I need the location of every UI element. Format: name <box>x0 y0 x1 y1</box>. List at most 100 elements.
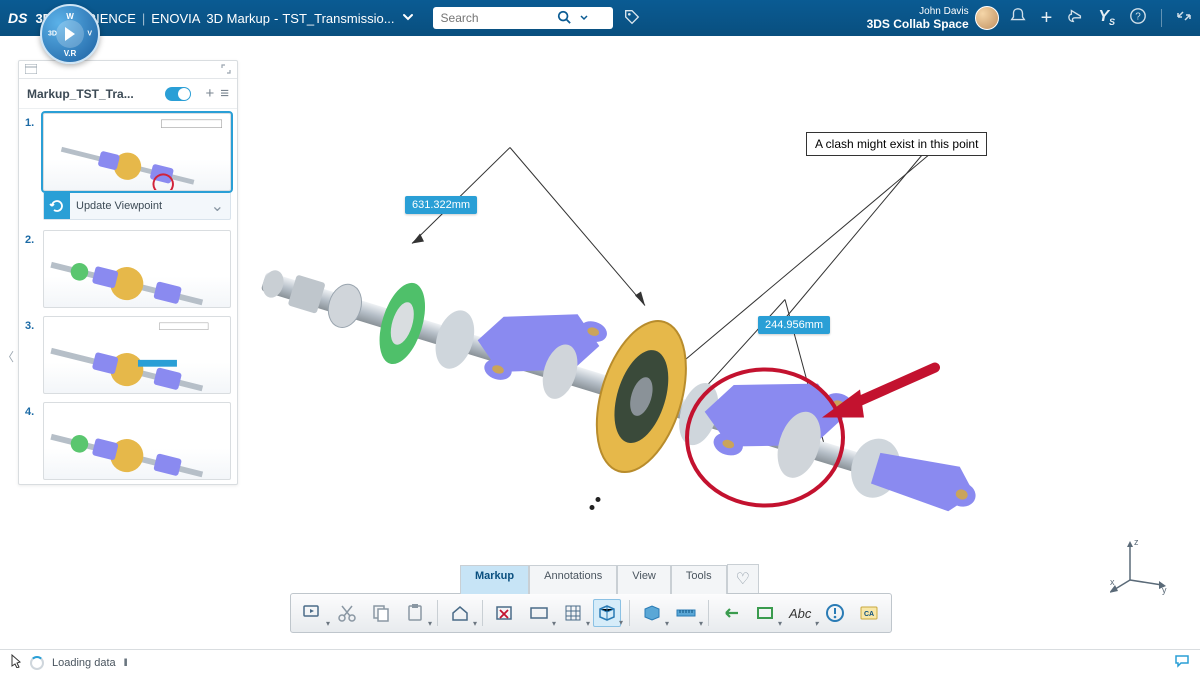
panel-layout-icon[interactable] <box>25 61 37 79</box>
separator: | <box>142 11 145 26</box>
play-icon <box>65 27 75 41</box>
add-slide-button[interactable]: + <box>205 85 214 102</box>
measure-button[interactable]: ▾ <box>672 599 700 627</box>
toolbar-tabs: Markup Annotations View Tools ♡ <box>460 564 892 593</box>
command-toolbar: ▾ ▾ ▾ ▾ ▾ ▾ ▾ ▾ ▾ Abc▾ CA <box>290 593 892 633</box>
grid-tool-button[interactable]: ▾ <box>559 599 587 627</box>
cut-button[interactable] <box>333 599 361 627</box>
slide-thumbnail[interactable] <box>43 402 231 480</box>
bottom-toolbar-stack: Markup Annotations View Tools ♡ ▾ ▾ ▾ ▾ … <box>290 564 892 633</box>
user-info[interactable]: John Davis 3DS Collab Space <box>867 6 969 30</box>
axis-triad[interactable]: z y x <box>1110 535 1170 595</box>
slide-thumbnail[interactable] <box>43 113 231 191</box>
svg-text:?: ? <box>1135 11 1141 22</box>
apps-icon[interactable]: YS <box>1098 8 1115 27</box>
3d-viewport[interactable]: A clash might exist in this point 631.32… <box>240 36 1200 639</box>
collab-space: 3DS Collab Space <box>867 18 969 30</box>
compass-north: W <box>66 12 74 21</box>
delete-annotation-button[interactable] <box>491 599 519 627</box>
chevron-down-icon[interactable]: ⌄ <box>205 196 230 216</box>
separator <box>1161 9 1162 27</box>
panel-menu-icon[interactable]: ≡ <box>220 85 229 102</box>
topbar-actions: + YS ? <box>1009 7 1192 30</box>
compass-south: V.R <box>64 49 77 58</box>
tab-markup[interactable]: Markup <box>460 565 529 594</box>
app-name: 3D Markup <box>206 11 270 26</box>
app-vendor: ENOVIA <box>151 11 200 26</box>
document-title: TST_Transmissio... <box>282 11 394 26</box>
slide-number: 1. <box>25 113 43 191</box>
global-search[interactable] <box>433 7 613 29</box>
paste-button[interactable]: ▾ <box>401 599 429 627</box>
chat-icon[interactable] <box>1174 654 1190 671</box>
status-bar: Loading data II <box>0 649 1200 675</box>
markup-toggle[interactable] <box>165 87 191 101</box>
help-icon[interactable]: ? <box>1129 7 1147 30</box>
update-viewpoint-button[interactable] <box>44 193 70 219</box>
shape-annotation-button[interactable]: ▾ <box>751 599 779 627</box>
user-avatar[interactable] <box>975 6 999 30</box>
search-dropdown[interactable] <box>575 11 593 26</box>
search-input[interactable] <box>433 11 553 25</box>
tab-tools[interactable]: Tools <box>671 565 727 594</box>
info-stamp-button[interactable] <box>821 599 849 627</box>
compass-east: V <box>87 31 92 38</box>
rectangle-tool-button[interactable]: ▾ <box>525 599 553 627</box>
tab-annotations[interactable]: Annotations <box>529 565 617 594</box>
text-annotation-button[interactable]: Abc▾ <box>785 599 815 627</box>
red-arrow-annotation <box>822 368 935 418</box>
pause-loading-button[interactable]: II <box>124 657 126 669</box>
slide-item[interactable]: 3. <box>19 312 237 398</box>
text-annotation[interactable]: A clash might exist in this point <box>806 132 987 156</box>
compass-west: 3D <box>48 31 57 38</box>
tab-favorites[interactable]: ♡ <box>727 564 759 593</box>
slide-number: 2. <box>25 230 43 308</box>
loading-spinner-icon <box>30 656 44 670</box>
slide-number: 4. <box>25 402 43 480</box>
slide-item[interactable]: 1. <box>19 109 237 195</box>
slide-thumbnail[interactable] <box>43 316 231 394</box>
3d-compass[interactable]: W V.R 3D V <box>40 4 100 64</box>
collapse-icon[interactable] <box>1176 8 1192 29</box>
markup-name: Markup_TST_Tra... <box>27 87 165 101</box>
markup-panel: Markup_TST_Tra... + ≡ 1. Update Viewpoin… <box>18 60 238 485</box>
panel-header <box>19 61 237 79</box>
ds-logo[interactable]: DS <box>8 10 27 26</box>
panel-title-row: Markup_TST_Tra... + ≡ <box>19 79 237 109</box>
home-view-button[interactable]: ▾ <box>446 599 474 627</box>
dimension-label[interactable]: 244.956mm <box>758 316 830 334</box>
notifications-icon[interactable] <box>1009 7 1027 30</box>
presentation-mode-button[interactable]: ▾ <box>299 599 327 627</box>
slide-item[interactable]: 2. <box>19 226 237 312</box>
chevron-down-icon <box>401 10 415 24</box>
panel-expand-icon[interactable] <box>221 61 231 79</box>
isolate-button[interactable]: ▾ <box>638 599 666 627</box>
panel-collapse-handle[interactable]: 〈 <box>0 346 16 367</box>
slide-number: 3. <box>25 316 43 394</box>
tab-view[interactable]: View <box>617 565 671 594</box>
pointer-icon[interactable] <box>10 654 22 671</box>
slide-thumbnail[interactable] <box>43 230 231 308</box>
copy-button[interactable] <box>367 599 395 627</box>
add-icon[interactable]: + <box>1041 7 1053 30</box>
search-icon[interactable] <box>553 10 575 27</box>
slide-list: 1. Update Viewpoint ⌄ 2. 3. 4. <box>19 109 237 484</box>
share-icon[interactable] <box>1066 7 1084 30</box>
arrow-annotation-button[interactable] <box>717 599 745 627</box>
slide-action-row: Update Viewpoint ⌄ <box>43 193 231 220</box>
axis-z-label: z <box>1134 537 1139 547</box>
3d-model-canvas[interactable] <box>240 36 1200 639</box>
document-dropdown[interactable] <box>401 10 415 27</box>
catia-stamp-button[interactable]: CA <box>855 599 883 627</box>
section-tool-button[interactable]: ▾ <box>593 599 621 627</box>
ds-logo-icon: DS <box>8 10 27 26</box>
slide-item[interactable]: 4. <box>19 398 237 484</box>
svg-text:CA: CA <box>864 611 874 618</box>
axis-y-label: y <box>1162 585 1167 595</box>
update-viewpoint-label: Update Viewpoint <box>70 200 205 212</box>
app-topbar: DS 3DEXPERIENCE | ENOVIA 3D Markup - TST… <box>0 0 1200 36</box>
tag-icon[interactable] <box>623 8 641 29</box>
dimension-label[interactable]: 631.322mm <box>405 196 477 214</box>
separator: - <box>274 11 278 26</box>
axis-x-label: x <box>1110 577 1115 587</box>
